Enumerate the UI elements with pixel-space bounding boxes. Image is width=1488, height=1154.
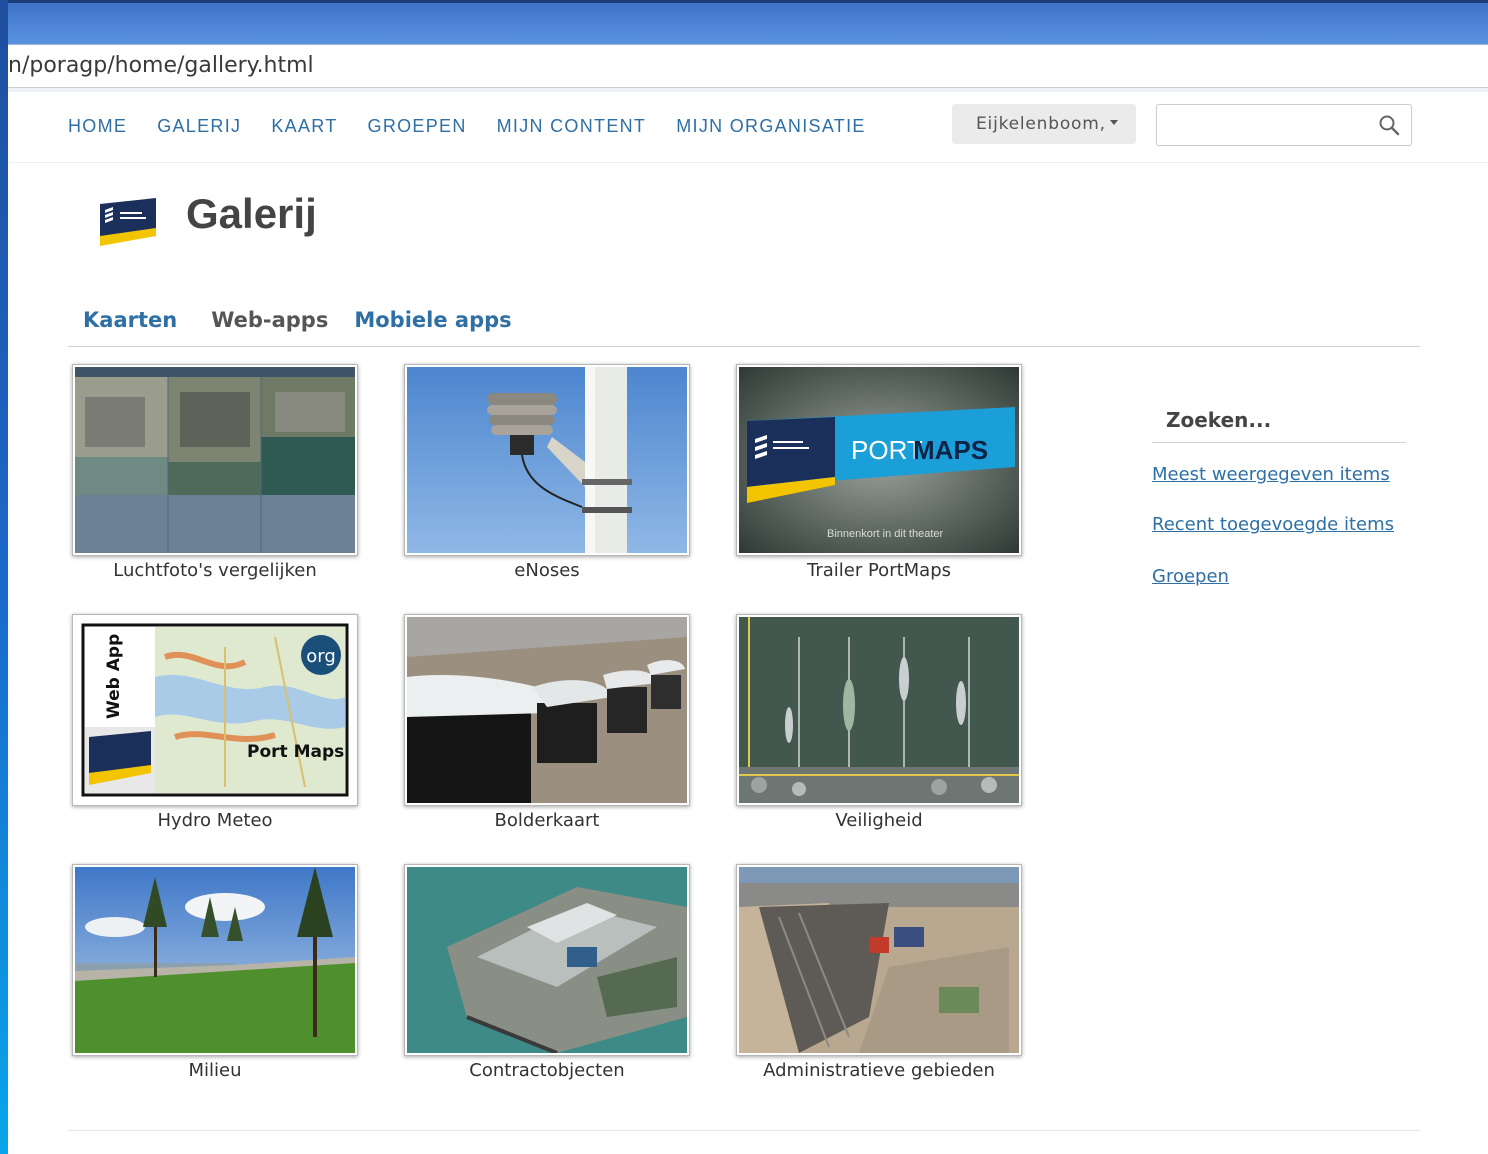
gallery-item-caption[interactable]: Bolderkaart <box>404 810 690 831</box>
administrative-areas-thumbnail <box>739 867 1019 1053</box>
gallery-item[interactable]: Administratieve gebieden <box>736 864 1022 1081</box>
nav-groups[interactable]: GROEPEN <box>368 116 467 137</box>
gallery-item-caption[interactable]: Trailer PortMaps <box>736 560 1022 581</box>
chevron-down-icon <box>1109 119 1118 125</box>
environment-thumbnail <box>75 867 355 1053</box>
org-badge: org <box>306 646 336 667</box>
search-input[interactable] <box>1167 106 1377 144</box>
gallery-thumbnail[interactable] <box>72 864 358 1056</box>
gallery-item-caption[interactable]: Administratieve gebieden <box>736 1060 1022 1081</box>
safety-thumbnail <box>739 617 1019 803</box>
sidebar-link-most-viewed[interactable]: Meest weergegeven items <box>1152 464 1390 485</box>
portmaps-title-maps: MAPS <box>913 435 988 465</box>
user-menu-label: Eijkelenboom, <box>976 114 1106 134</box>
footer-divider <box>68 1130 1420 1131</box>
enoses-thumbnail <box>407 367 687 553</box>
port-of-rotterdam-logo <box>100 198 156 246</box>
gallery-item[interactable]: Milieu <box>72 864 358 1081</box>
hydro-meteo-thumbnail: Web App org Port Maps <box>75 617 355 803</box>
gallery-thumbnail[interactable] <box>736 614 1022 806</box>
url-text[interactable]: n/poragp/home/gallery.html <box>8 53 314 78</box>
gallery-item-caption[interactable]: Hydro Meteo <box>72 810 358 831</box>
gallery-thumbnail[interactable] <box>404 614 690 806</box>
page-title: Galerij <box>186 190 317 237</box>
address-bar[interactable]: n/poragp/home/gallery.html <box>8 44 1488 88</box>
gallery-item-caption[interactable]: Veiligheid <box>736 810 1022 831</box>
webapp-vertical-label: Web App <box>104 634 124 719</box>
top-nav: HOME GALERIJ KAART GROEPEN MIJN CONTENT … <box>68 116 896 137</box>
gallery-item-caption[interactable]: Luchtfoto's vergelijken <box>72 560 358 581</box>
nav-gallery[interactable]: GALERIJ <box>157 116 241 137</box>
search-box <box>1156 104 1412 146</box>
gallery-thumbnail[interactable]: Web App org Port Maps <box>72 614 358 806</box>
user-menu-button[interactable]: Eijkelenboom, <box>952 104 1136 144</box>
search-icon[interactable] <box>1377 113 1401 137</box>
gallery-thumbnail[interactable] <box>404 364 690 556</box>
nav-my-organization[interactable]: MIJN ORGANISATIE <box>676 116 865 137</box>
nav-my-content[interactable]: MIJN CONTENT <box>497 116 647 137</box>
browser-titlebar <box>8 0 1488 44</box>
sidebar-divider <box>1152 442 1406 443</box>
webapp-title: Port Maps <box>247 742 344 762</box>
nav-divider <box>8 162 1488 163</box>
gallery-item[interactable]: eNoses <box>404 364 690 581</box>
nav-home[interactable]: HOME <box>68 116 127 137</box>
contract-objects-thumbnail <box>407 867 687 1053</box>
window-left-edge <box>0 0 8 1154</box>
gallery-item-caption[interactable]: Milieu <box>72 1060 358 1081</box>
tabs-divider <box>68 346 1420 347</box>
gallery-thumbnail[interactable]: PORT MAPS Binnenkort in dit theater <box>736 364 1022 556</box>
gallery-item-caption[interactable]: eNoses <box>404 560 690 581</box>
gallery-thumbnail[interactable] <box>736 864 1022 1056</box>
gallery-item[interactable]: Contractobjecten <box>404 864 690 1081</box>
gallery-tabs: Kaarten Web-apps Mobiele apps <box>83 308 512 332</box>
portmaps-subtitle: Binnenkort in dit theater <box>827 528 944 540</box>
tab-web-apps[interactable]: Web-apps <box>211 308 328 332</box>
nav-map[interactable]: KAART <box>271 116 337 137</box>
page: HOME GALERIJ KAART GROEPEN MIJN CONTENT … <box>8 92 1488 1154</box>
aerial-photos-thumbnail <box>75 367 355 553</box>
gallery-item[interactable]: Luchtfoto's vergelijken <box>72 364 358 581</box>
gallery-item[interactable]: Veiligheid <box>736 614 1022 831</box>
gallery-item-caption[interactable]: Contractobjecten <box>404 1060 690 1081</box>
tab-mobile-apps[interactable]: Mobiele apps <box>354 308 511 332</box>
gallery-thumbnail[interactable] <box>72 364 358 556</box>
gallery-item[interactable]: PORT MAPS Binnenkort in dit theater Trai… <box>736 364 1022 581</box>
portmaps-trailer-thumbnail: PORT MAPS Binnenkort in dit theater <box>739 367 1019 553</box>
sidebar-search-title: Zoeken... <box>1166 408 1272 432</box>
sidebar-link-groups[interactable]: Groepen <box>1152 566 1229 587</box>
gallery-item[interactable]: Web App org Port Maps Hydro Meteo <box>72 614 358 831</box>
sidebar-link-recently-added[interactable]: Recent toegevoegde items <box>1152 514 1394 535</box>
tab-maps[interactable]: Kaarten <box>83 308 177 332</box>
bollards-thumbnail <box>407 617 687 803</box>
gallery-thumbnail[interactable] <box>404 864 690 1056</box>
gallery-item[interactable]: Bolderkaart <box>404 614 690 831</box>
